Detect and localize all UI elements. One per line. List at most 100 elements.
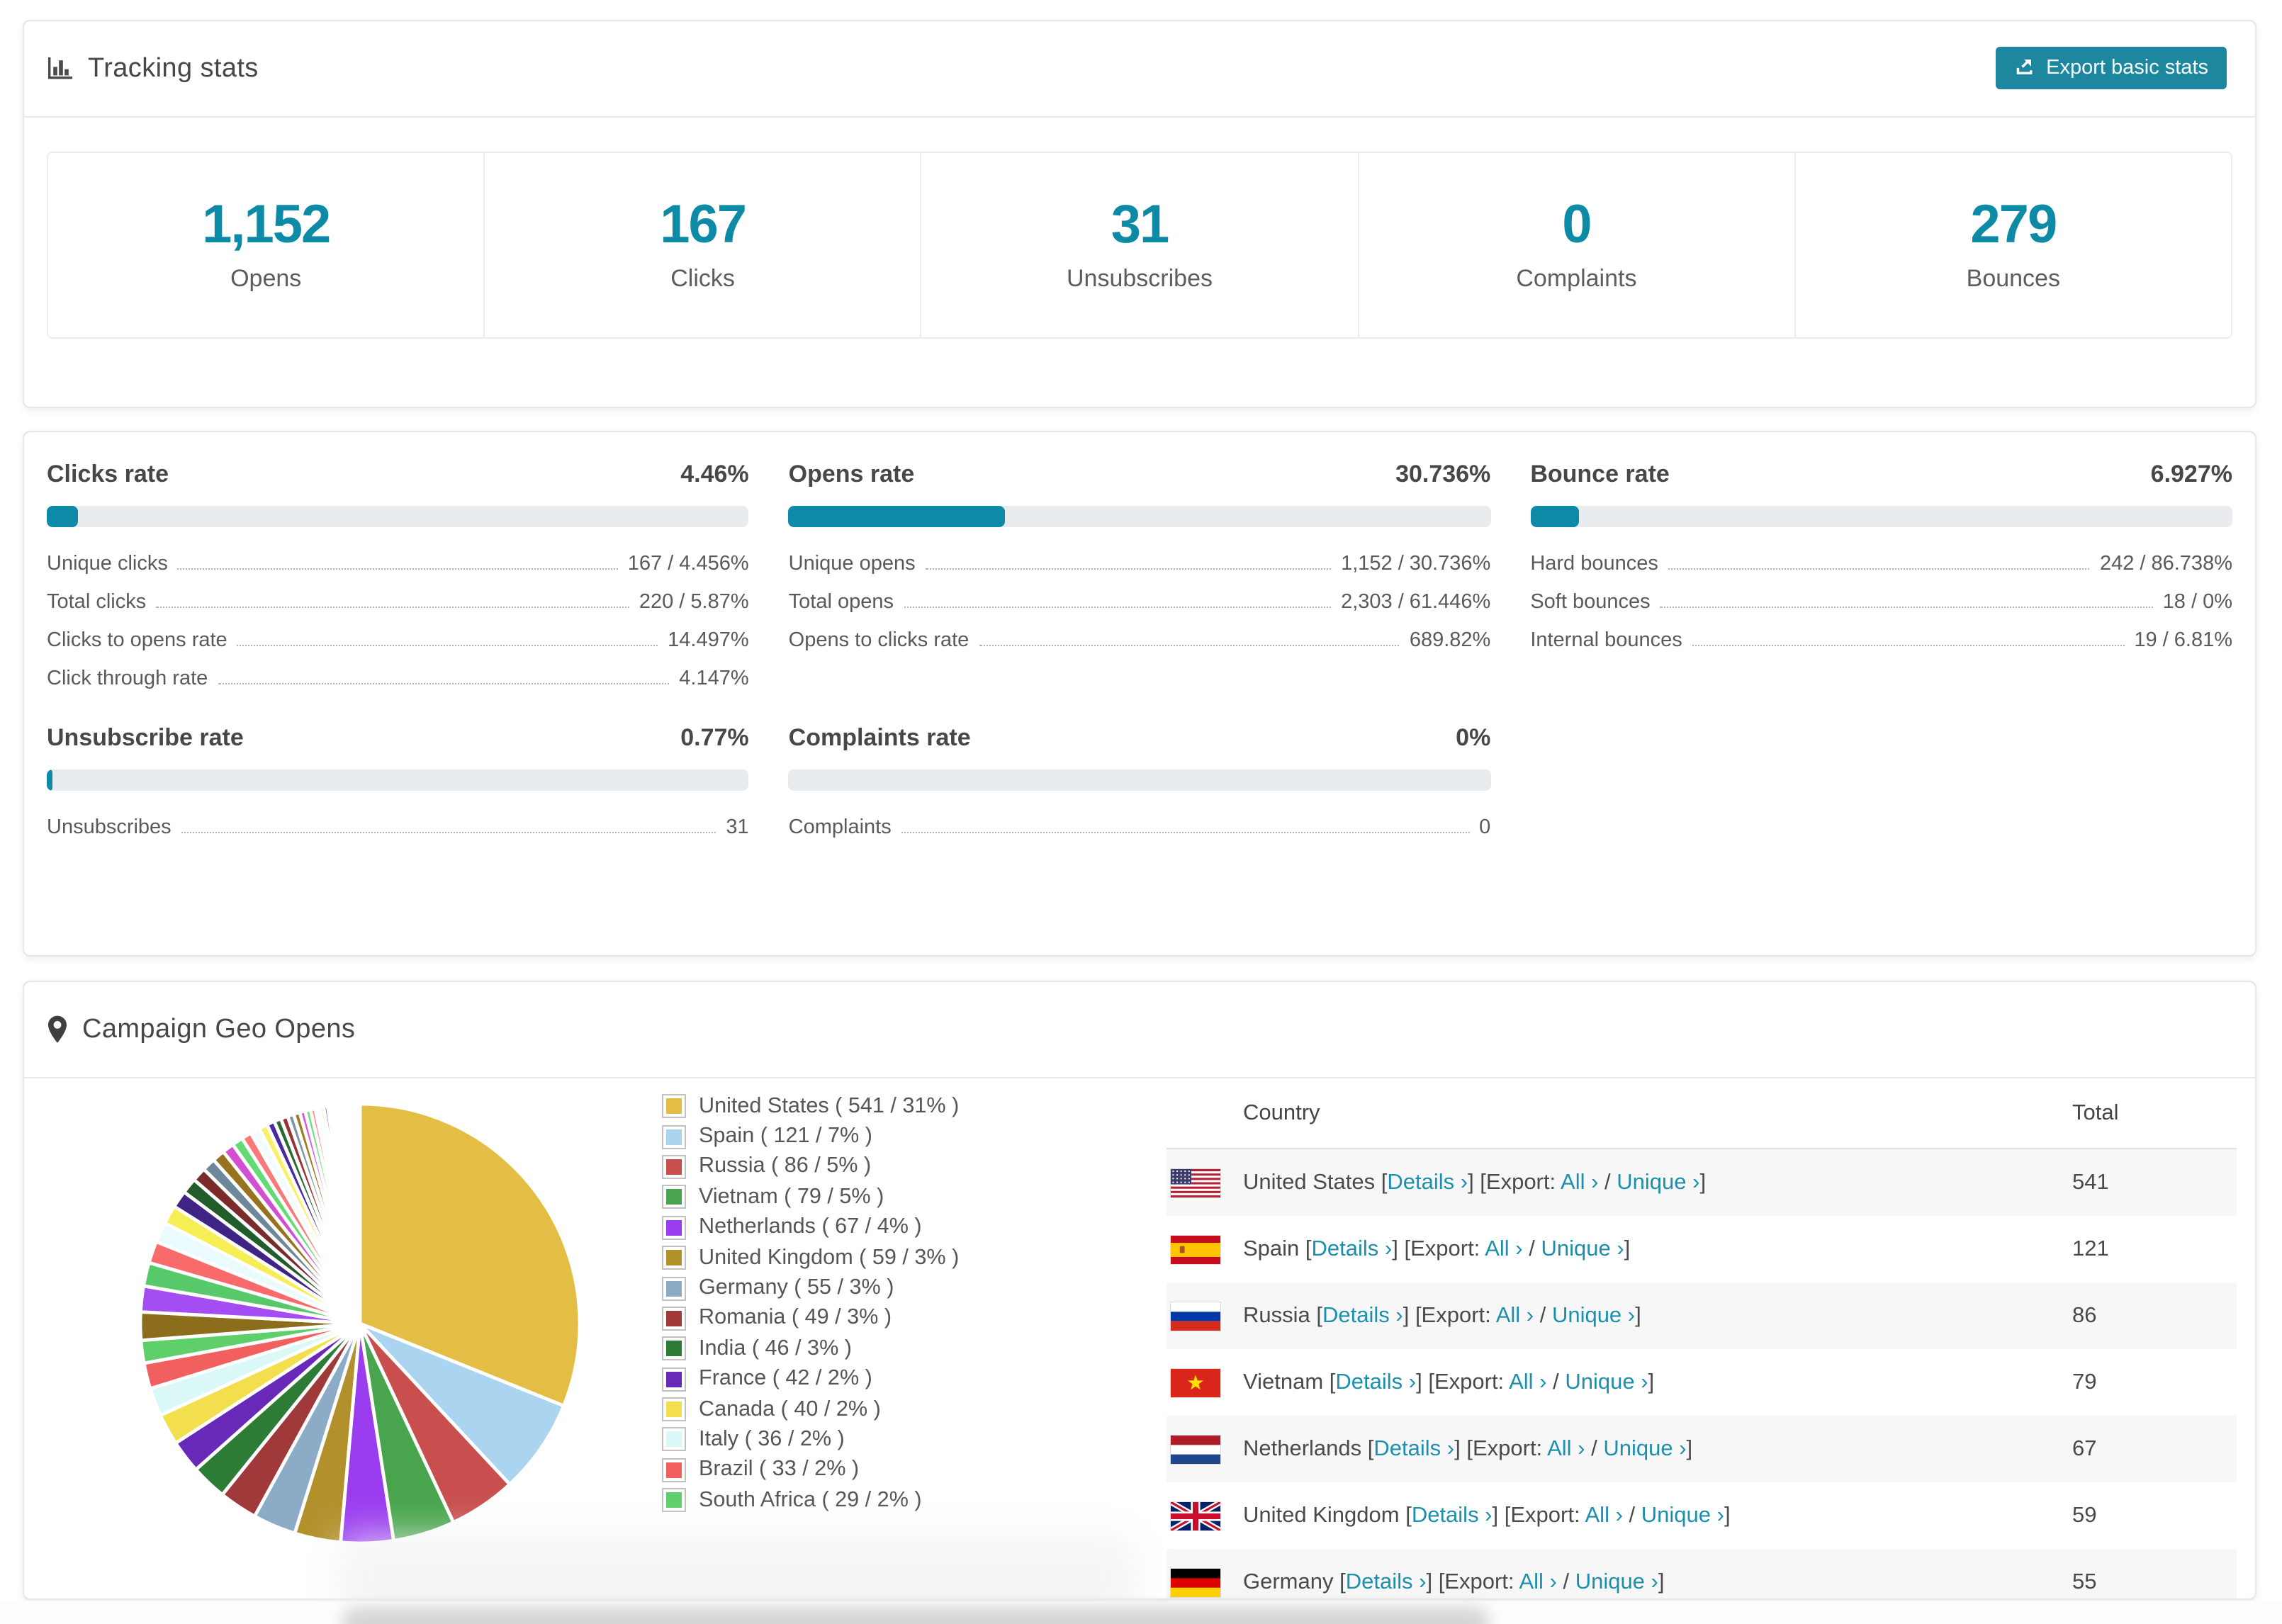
rate-row-value: 167 / 4.456%	[627, 552, 749, 575]
bracket-text: ]	[1648, 1370, 1655, 1394]
export-unique-link[interactable]: Unique ›	[1541, 1236, 1624, 1261]
dotted-leader	[177, 568, 618, 569]
legend-item: Germany ( 55 / 3% )	[662, 1273, 959, 1304]
geo-table: Country Total United States [Details ›] …	[1167, 1078, 2237, 1598]
flag-us-icon	[1171, 1168, 1220, 1197]
legend-swatch-color	[666, 1462, 682, 1478]
rate-row-label: Complaints	[788, 816, 892, 838]
bracket-text: ]	[1635, 1303, 1641, 1327]
country-details-link[interactable]: Details ›	[1346, 1569, 1427, 1594]
country-details-link[interactable]: Details ›	[1322, 1303, 1403, 1327]
country-name: United States	[1243, 1170, 1381, 1194]
export-basic-stats-button[interactable]: Export basic stats	[1995, 47, 2227, 89]
export-unique-link[interactable]: Unique ›	[1617, 1170, 1699, 1194]
legend-swatch-color	[666, 1431, 682, 1448]
country-name: Netherlands	[1243, 1436, 1368, 1460]
total-cell: 79	[2072, 1370, 2097, 1394]
country-name: Spain	[1243, 1236, 1305, 1261]
export-all-link[interactable]: All ›	[1519, 1569, 1556, 1594]
country-column-header: Country	[1243, 1100, 1320, 1124]
country-cell: Netherlands [Details ›] [Export: All › /…	[1167, 1435, 2072, 1463]
progress-bar	[788, 769, 1491, 791]
country-line: Spain [Details ›] [Export: All › / Uniqu…	[1243, 1236, 1630, 1262]
progress-bar-fill	[788, 506, 1005, 527]
legend-swatch-color	[666, 1098, 682, 1115]
rate-row-label: Total opens	[788, 590, 894, 613]
total-cell: 121	[2072, 1236, 2109, 1261]
geo-pie-chart	[138, 1102, 582, 1545]
rate-title: Complaints rate	[788, 724, 971, 751]
legend-swatch	[662, 1276, 686, 1301]
dotted-leader	[1660, 606, 2153, 607]
geo-section-title: Campaign Geo Opens	[82, 1014, 356, 1044]
table-row: Netherlands [Details ›] [Export: All › /…	[1167, 1416, 2237, 1482]
dotted-leader	[1692, 644, 2125, 645]
map-pin-icon	[47, 1015, 68, 1044]
stat-label: Clicks	[670, 264, 735, 291]
export-unique-link[interactable]: Unique ›	[1552, 1303, 1635, 1327]
rate-title: Unsubscribe rate	[47, 724, 244, 751]
legend-label: Canada ( 40 / 2% )	[699, 1397, 881, 1421]
table-row: United States [Details ›] [Export: All ›…	[1167, 1149, 2237, 1216]
country-details-link[interactable]: Details ›	[1387, 1170, 1468, 1194]
dotted-leader	[904, 606, 1332, 607]
separator-text: /	[1598, 1170, 1617, 1194]
rate-row-label: Total clicks	[47, 590, 147, 613]
flag-vn-icon	[1171, 1368, 1220, 1397]
bracket-text: ]	[1686, 1436, 1693, 1460]
rate-block: Clicks rate 4.46% Unique clicks 167 / 4.456…	[47, 461, 749, 697]
flag-ru-icon	[1171, 1302, 1220, 1330]
export-all-link[interactable]: All ›	[1509, 1370, 1546, 1394]
bracket-text: ] [Export:	[1426, 1569, 1519, 1594]
legend-swatch-color	[666, 1250, 682, 1266]
export-all-link[interactable]: All ›	[1485, 1236, 1522, 1261]
legend-swatch	[662, 1397, 686, 1422]
country-details-link[interactable]: Details ›	[1373, 1436, 1454, 1460]
country-details-link[interactable]: Details ›	[1412, 1503, 1493, 1527]
legend-item: Brazil ( 33 / 2% )	[662, 1455, 959, 1485]
legend-label: United Kingdom ( 59 / 3% )	[699, 1245, 960, 1270]
legend-swatch-color	[666, 1219, 682, 1236]
rate-block: Bounce rate 6.927% Hard bounces 242 / 86.73…	[1530, 461, 2232, 697]
legend-label: Italy ( 36 / 2% )	[699, 1426, 845, 1451]
country-cell: Vietnam [Details ›] [Export: All › / Uni…	[1167, 1368, 2072, 1397]
export-unique-link[interactable]: Unique ›	[1641, 1503, 1724, 1527]
country-line: Germany [Details ›] [Export: All › / Uni…	[1243, 1569, 1665, 1595]
rate-row: Internal bounces 19 / 6.81%	[1530, 621, 2232, 659]
geo-body: United States ( 541 / 31% ) Spain ( 121 /…	[24, 1078, 2255, 1598]
rate-block: Opens rate 30.736% Unique opens 1,152 / 30.…	[788, 461, 1491, 697]
export-all-link[interactable]: All ›	[1547, 1436, 1585, 1460]
dotted-leader	[901, 831, 1470, 833]
flag-gb-icon	[1171, 1501, 1220, 1530]
export-unique-link[interactable]: Unique ›	[1575, 1569, 1658, 1594]
tracking-stats-card: Tracking stats Export basic stats 1,152 O…	[23, 20, 2256, 408]
rate-row-label: Clicks to opens rate	[47, 628, 227, 651]
country-cell: Germany [Details ›] [Export: All › / Uni…	[1167, 1568, 2072, 1596]
legend-label: Netherlands ( 67 / 4% )	[699, 1214, 922, 1239]
legend-item: Canada ( 40 / 2% )	[662, 1394, 959, 1425]
rate-row-value: 689.82%	[1409, 628, 1491, 651]
dashboard-page: Tracking stats Export basic stats 1,152 O…	[0, 0, 2282, 1624]
rates-card: Clicks rate 4.46% Unique clicks 167 / 4.456…	[23, 431, 2256, 957]
geo-opens-card: Campaign Geo Opens United States ( 541 /…	[23, 981, 2256, 1600]
bracket-text: ]	[1658, 1569, 1665, 1594]
export-icon	[2013, 55, 2035, 81]
dotted-leader	[1668, 568, 2090, 569]
export-all-link[interactable]: All ›	[1496, 1303, 1534, 1327]
legend-swatch	[662, 1124, 686, 1149]
country-line: Netherlands [Details ›] [Export: All › /…	[1243, 1436, 1692, 1462]
export-all-link[interactable]: All ›	[1561, 1170, 1598, 1194]
rate-row: Hard bounces 242 / 86.738%	[1530, 544, 2232, 582]
export-unique-link[interactable]: Unique ›	[1565, 1370, 1648, 1394]
rate-row: Soft bounces 18 / 0%	[1530, 582, 2232, 621]
country-details-link[interactable]: Details ›	[1312, 1236, 1393, 1261]
rate-row: Complaints 0	[789, 808, 1491, 846]
bracket-text: ] [Export:	[1492, 1503, 1585, 1527]
country-details-link[interactable]: Details ›	[1335, 1370, 1416, 1394]
rate-row-value: 0	[1479, 816, 1491, 838]
export-all-link[interactable]: All ›	[1585, 1503, 1623, 1527]
legend-item: Romania ( 49 / 3% )	[662, 1303, 959, 1333]
rate-row: Unique clicks 167 / 4.456%	[47, 544, 749, 582]
rate-rows: Unique clicks 167 / 4.456% Total clicks 220…	[47, 544, 749, 697]
export-unique-link[interactable]: Unique ›	[1603, 1436, 1686, 1460]
